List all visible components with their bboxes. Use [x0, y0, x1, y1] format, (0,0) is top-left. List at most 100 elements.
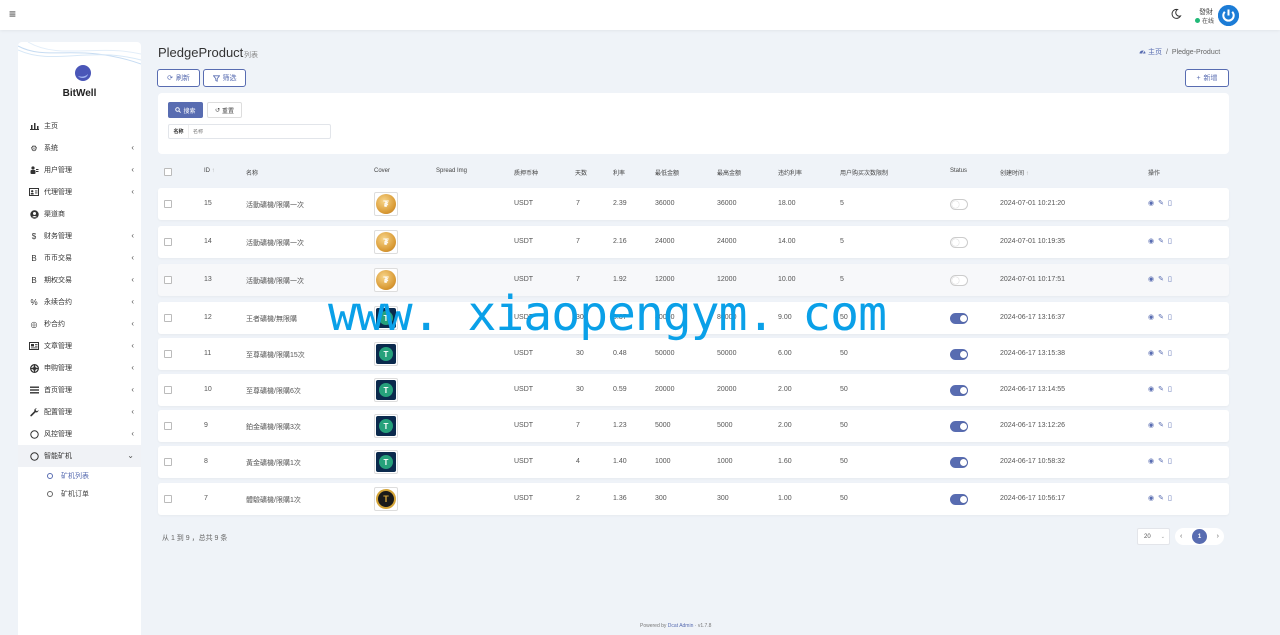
- status-toggle[interactable]: [950, 421, 968, 432]
- trash-icon[interactable]: ▯: [1168, 421, 1172, 429]
- row-checkbox[interactable]: [164, 276, 172, 284]
- trash-icon[interactable]: ▯: [1168, 457, 1172, 465]
- trash-icon[interactable]: ▯: [1168, 349, 1172, 357]
- filter-button[interactable]: 筛选: [203, 69, 246, 87]
- status-toggle[interactable]: [950, 237, 968, 248]
- edit-icon[interactable]: ✎: [1158, 421, 1164, 429]
- row-checkbox[interactable]: [164, 458, 172, 466]
- view-icon[interactable]: ◉: [1148, 349, 1154, 357]
- edit-icon[interactable]: ✎: [1158, 494, 1164, 502]
- cover-image[interactable]: ₮: [374, 192, 398, 216]
- edit-icon[interactable]: ✎: [1158, 457, 1164, 465]
- view-icon[interactable]: ◉: [1148, 421, 1154, 429]
- row-checkbox[interactable]: [164, 238, 172, 246]
- row-checkbox[interactable]: [164, 386, 172, 394]
- sidebar-item-users[interactable]: 用户管理 ‹: [18, 159, 141, 181]
- trash-icon[interactable]: ▯: [1168, 313, 1172, 321]
- column-header-created-at[interactable]: 创建时间 ↑: [1000, 168, 1029, 177]
- view-icon[interactable]: ◉: [1148, 237, 1154, 245]
- circle-icon: [47, 473, 53, 479]
- status-toggle[interactable]: [950, 457, 968, 468]
- trash-icon[interactable]: ▯: [1168, 199, 1172, 207]
- sidebar-item-config[interactable]: 配置管理 ‹: [18, 401, 141, 423]
- sidebar-item-subscription[interactable]: 申购管理 ‹: [18, 357, 141, 379]
- name-filter-input[interactable]: [189, 128, 329, 135]
- page-size-select[interactable]: 20 ⌄: [1137, 528, 1170, 545]
- view-icon[interactable]: ◉: [1148, 275, 1154, 283]
- view-icon[interactable]: ◉: [1148, 199, 1154, 207]
- sidebar-item-articles[interactable]: 文章管理 ‹: [18, 335, 141, 357]
- view-icon[interactable]: ◉: [1148, 313, 1154, 321]
- sidebar-item-second-contract[interactable]: ◎ 秒合约 ‹: [18, 313, 141, 335]
- page-button-current[interactable]: 1: [1192, 529, 1207, 544]
- status-toggle[interactable]: [950, 494, 968, 505]
- cover-image[interactable]: ₮: [374, 230, 398, 254]
- row-checkbox[interactable]: [164, 314, 172, 322]
- row-checkbox[interactable]: [164, 495, 172, 503]
- trash-icon[interactable]: ▯: [1168, 385, 1172, 393]
- status-toggle[interactable]: [950, 349, 968, 360]
- toggle-knob: [960, 387, 967, 394]
- breadcrumb-home[interactable]: 主页: [1139, 47, 1162, 57]
- trash-icon[interactable]: ▯: [1168, 494, 1172, 502]
- edit-icon[interactable]: ✎: [1158, 385, 1164, 393]
- edit-icon[interactable]: ✎: [1158, 237, 1164, 245]
- status-toggle[interactable]: [950, 385, 968, 396]
- trash-icon[interactable]: ▯: [1168, 237, 1172, 245]
- cover-image[interactable]: T: [374, 450, 398, 474]
- menu-toggle-icon[interactable]: ≡: [9, 7, 16, 21]
- edit-icon[interactable]: ✎: [1158, 275, 1164, 283]
- sidebar-item-spot-trading[interactable]: B 币币交易 ‹: [18, 247, 141, 269]
- status-toggle[interactable]: [950, 313, 968, 324]
- row-checkbox[interactable]: [164, 200, 172, 208]
- cover-image[interactable]: ₮: [374, 268, 398, 292]
- trash-icon[interactable]: ▯: [1168, 275, 1172, 283]
- sort-icon[interactable]: ↑: [212, 168, 215, 174]
- reset-button[interactable]: ↺ 重置: [207, 102, 242, 118]
- brand-name[interactable]: BitWell: [18, 88, 141, 99]
- sidebar-item-system[interactable]: ⚙ 系统 ‹: [18, 137, 141, 159]
- prev-page-button[interactable]: ‹: [1180, 533, 1182, 540]
- bar-chart-icon: [29, 121, 39, 131]
- sort-icon[interactable]: ↑: [1026, 171, 1029, 177]
- toggle-knob: [960, 496, 967, 503]
- footer-brand-link[interactable]: Dcat Admin: [668, 623, 694, 629]
- sidebar-item-channels[interactable]: 渠道商: [18, 203, 141, 225]
- sidebar-item-home[interactable]: 主页: [18, 115, 141, 137]
- view-icon[interactable]: ◉: [1148, 494, 1154, 502]
- sidebar-subitem-miner-list[interactable]: 矿机列表: [18, 467, 141, 485]
- sidebar-item-homepage[interactable]: 首页管理 ‹: [18, 379, 141, 401]
- sidebar-item-options-trading[interactable]: B 期权交易 ‹: [18, 269, 141, 291]
- search-button[interactable]: 搜索: [168, 102, 203, 118]
- row-checkbox[interactable]: [164, 350, 172, 358]
- edit-icon[interactable]: ✎: [1158, 313, 1164, 321]
- add-new-button[interactable]: + 新增: [1185, 69, 1229, 87]
- next-page-button[interactable]: ›: [1217, 533, 1219, 540]
- sidebar-subitem-miner-orders[interactable]: 矿机订单: [18, 485, 141, 503]
- cover-image[interactable]: T: [374, 306, 398, 330]
- sidebar-item-mining[interactable]: 智能矿机 ⌄: [18, 445, 141, 467]
- status-toggle[interactable]: [950, 199, 968, 210]
- sidebar-item-agents[interactable]: 代理管理 ‹: [18, 181, 141, 203]
- edit-icon[interactable]: ✎: [1158, 349, 1164, 357]
- cover-image[interactable]: T: [374, 414, 398, 438]
- dark-mode-icon[interactable]: [1170, 8, 1182, 20]
- cover-image[interactable]: T: [374, 487, 398, 511]
- sidebar-item-finance[interactable]: $ 财务管理 ‹: [18, 225, 141, 247]
- view-icon[interactable]: ◉: [1148, 457, 1154, 465]
- cell-purchase-limit: 50: [840, 386, 848, 393]
- status-toggle[interactable]: [950, 275, 968, 286]
- view-icon[interactable]: ◉: [1148, 385, 1154, 393]
- select-all-checkbox[interactable]: [164, 168, 172, 176]
- cover-image[interactable]: T: [374, 342, 398, 366]
- sidebar-item-label: 永续合约: [44, 299, 72, 306]
- sidebar-item-risk-control[interactable]: 风控管理 ‹: [18, 423, 141, 445]
- column-header-id[interactable]: ID ↑: [204, 168, 215, 174]
- avatar[interactable]: [1218, 5, 1239, 26]
- sidebar-item-perpetual[interactable]: % 永续合约 ‹: [18, 291, 141, 313]
- cell-min-amount: 36000: [655, 200, 675, 207]
- edit-icon[interactable]: ✎: [1158, 199, 1164, 207]
- cover-image[interactable]: T: [374, 378, 398, 402]
- refresh-button[interactable]: ⟳ 刷新: [157, 69, 200, 87]
- row-checkbox[interactable]: [164, 422, 172, 430]
